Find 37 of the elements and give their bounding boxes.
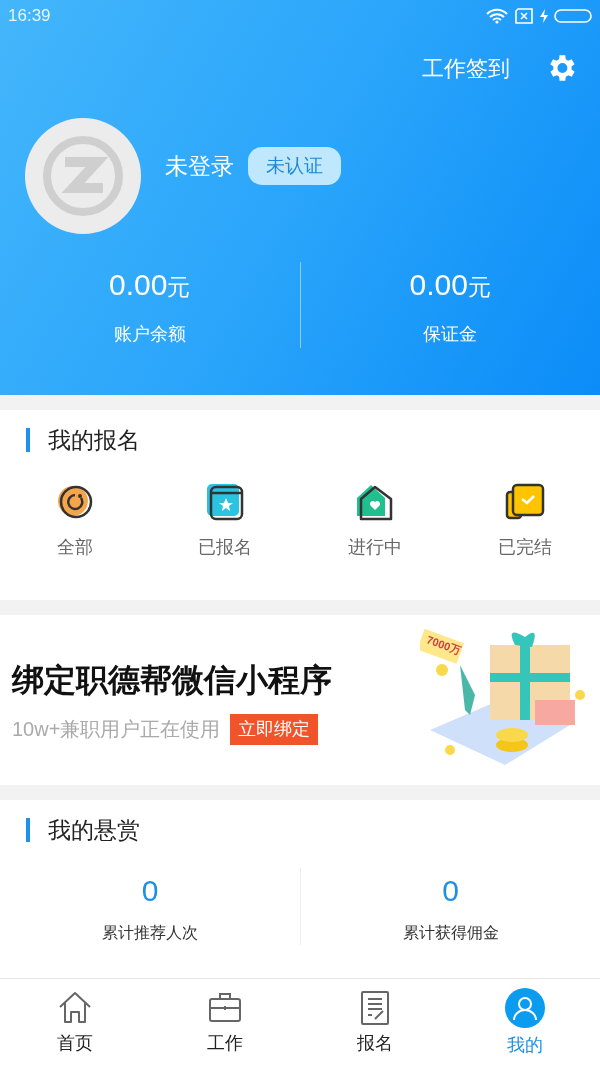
signup-category[interactable]: 已报名 [150,482,300,561]
star-card-icon [205,482,245,522]
charging-icon [540,9,548,23]
check-folder-icon [505,482,545,522]
stat-value: 0 [442,873,459,909]
signup-category[interactable]: 已完结 [450,482,600,561]
signup-category[interactable]: 全部 [0,482,150,561]
wifi-icon [486,8,508,24]
banner-subtitle: 10w+兼职用户正在使用 [12,717,221,742]
user-icon [505,987,545,1028]
balance-label: 保证金 [423,323,478,346]
section-title: 我的悬赏 [48,815,140,845]
nav-tab[interactable]: 首页 [0,979,150,1067]
balance-amount: 0.00元 [409,267,491,303]
promo-banner[interactable]: 绑定职德帮微信小程序 10w+兼职用户正在使用 立即绑定 7000万 [0,615,600,785]
signup-category[interactable]: 进行中 [300,482,450,561]
home-icon [57,989,93,1026]
section-title: 我的报名 [48,425,140,455]
verification-badge: 未认证 [248,146,341,186]
sign-text: 7000万 [424,632,464,659]
accent-bar [26,818,30,842]
stat-value: 0 [141,873,159,909]
battery-icon [554,9,592,23]
nav-tab[interactable]: 工作 [150,979,300,1067]
nav-tab[interactable]: 报名 [300,979,450,1067]
nav-tab[interactable]: 我的 [450,979,600,1067]
accent-bar [26,428,30,452]
user-name: 未登录 [165,151,234,181]
balance-amount: 0.00元 [109,267,191,303]
status-time: 16:39 [8,5,51,28]
stat-label: 累计获得佣金 [402,923,499,943]
sim-x-icon [514,8,534,24]
stat-label: 累计推荐人次 [102,923,198,943]
bind-now-button[interactable]: 立即绑定 [230,713,319,745]
balance-label: 账户余额 [113,323,186,346]
heart-house-icon [355,482,395,522]
banner-title: 绑定职德帮微信小程序 [12,660,332,700]
